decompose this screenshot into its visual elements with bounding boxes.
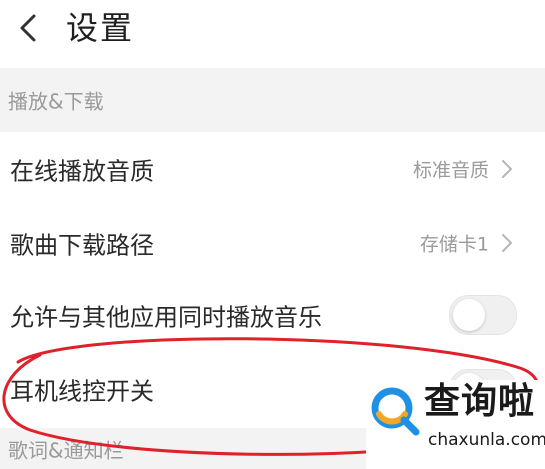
row-value: 存储卡1 [419, 233, 489, 256]
settings-row-online-quality[interactable]: 在线播放音质 标准音质 [0, 132, 545, 206]
row-value: 标准音质 [412, 159, 489, 182]
toggle-knob [453, 299, 485, 331]
app-header: 设置 [0, 0, 545, 68]
magnifier-logo-icon [371, 387, 420, 436]
row-label: 允许与其他应用同时播放音乐 [10, 303, 322, 332]
row-label: 在线播放音质 [10, 157, 154, 186]
chevron-right-icon [502, 160, 512, 178]
section-label: 歌词&通知栏 [8, 438, 124, 462]
chevron-right-icon [502, 234, 512, 252]
settings-row-download-path[interactable]: 歌曲下载路径 存储卡1 [0, 206, 545, 280]
row-label: 耳机线控开关 [10, 377, 154, 406]
section-header-playback: 播放&下载 [0, 68, 545, 132]
watermark: 查询啦 chaxunla.com [366, 380, 545, 469]
section-label: 播放&下载 [8, 89, 104, 114]
watermark-brand: 查询啦 [424, 381, 536, 422]
chevron-left-icon[interactable] [12, 10, 48, 46]
watermark-url: chaxunla.com [428, 430, 545, 450]
settings-row-mix-playback: 允许与其他应用同时播放音乐 [0, 278, 545, 352]
page-title: 设置 [66, 9, 135, 47]
row-label: 歌曲下载路径 [10, 231, 154, 260]
mix-playback-toggle[interactable] [449, 295, 517, 335]
